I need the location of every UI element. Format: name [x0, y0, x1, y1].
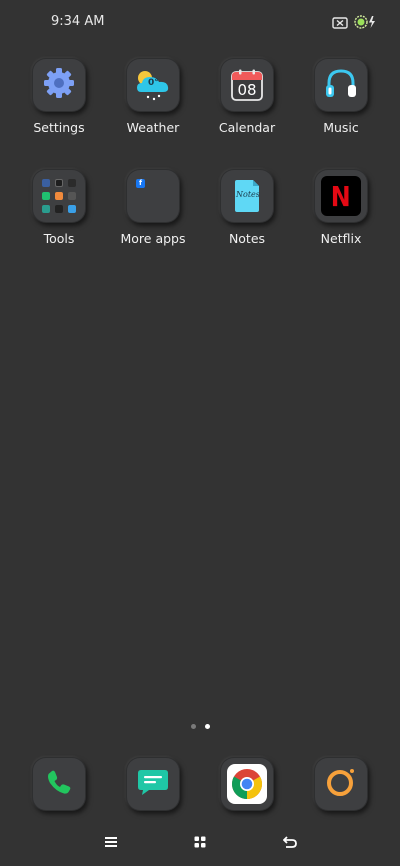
menu-button[interactable] — [99, 830, 123, 854]
app-more-apps-label: More apps — [120, 231, 186, 246]
app-music-tile[interactable] — [314, 58, 368, 112]
home-button[interactable] — [188, 830, 212, 854]
app-more-apps-tile[interactable]: f — [126, 169, 180, 223]
app-netflix[interactable]: N Netflix — [294, 169, 388, 246]
dock-chrome[interactable] — [200, 757, 294, 811]
phone-icon — [45, 768, 73, 800]
app-notes-label: Notes — [228, 231, 266, 246]
chrome-icon — [227, 764, 267, 804]
dock-phone[interactable] — [12, 757, 106, 811]
status-icons — [332, 14, 378, 33]
back-icon — [282, 833, 297, 852]
facebook-mini-icon: f — [136, 179, 145, 188]
app-tools-folder[interactable]: Tools — [12, 169, 106, 246]
app-netflix-tile[interactable]: N — [314, 169, 368, 223]
app-calendar[interactable]: 08 Calendar — [200, 58, 294, 135]
app-music-label: Music — [323, 120, 359, 135]
page-dot-2[interactable] — [204, 724, 210, 729]
gear-icon — [42, 66, 76, 104]
app-calendar-tile[interactable]: 08 — [220, 58, 274, 112]
dock-messages-tile[interactable] — [126, 757, 180, 811]
no-sim-icon — [332, 14, 348, 33]
page-dot-1[interactable] — [190, 724, 196, 729]
navigation-bar — [0, 830, 400, 854]
app-settings-label: Settings — [33, 120, 85, 135]
dock-phone-tile[interactable] — [32, 757, 86, 811]
app-settings[interactable]: Settings — [12, 58, 106, 135]
dock-camera-tile[interactable] — [314, 757, 368, 811]
notes-icon: Notes — [233, 179, 261, 213]
dock-camera[interactable] — [294, 757, 388, 811]
headphones-icon — [324, 67, 358, 103]
menu-icon — [104, 833, 118, 852]
app-calendar-label: Calendar — [218, 120, 276, 135]
folder-icon: f — [136, 179, 145, 188]
app-weather-label: Weather — [126, 120, 180, 135]
weather-cloud-icon: 0° — [133, 68, 173, 102]
back-button[interactable] — [278, 830, 302, 854]
app-tools-label: Tools — [43, 231, 75, 246]
app-weather-tile[interactable]: 0° — [126, 58, 180, 112]
app-notes-tile[interactable]: Notes — [220, 169, 274, 223]
battery-charging-icon — [354, 14, 378, 33]
page-indicator — [0, 724, 400, 729]
dock-chrome-tile[interactable] — [220, 757, 274, 811]
app-notes[interactable]: Notes Notes — [200, 169, 294, 246]
netflix-icon: N — [321, 176, 361, 216]
camera-icon — [324, 765, 358, 803]
dock-messages[interactable] — [106, 757, 200, 811]
app-netflix-label: Netflix — [320, 231, 362, 246]
app-settings-tile[interactable] — [32, 58, 86, 112]
status-time: 9:34 AM — [51, 14, 105, 29]
app-tools-tile[interactable] — [32, 169, 86, 223]
app-music[interactable]: Music — [294, 58, 388, 135]
message-icon — [137, 767, 169, 801]
home-grid-icon — [194, 833, 206, 852]
calendar-icon: 08 — [231, 69, 263, 101]
app-more-apps-folder[interactable]: f More apps — [106, 169, 200, 246]
calendar-date: 08 — [237, 81, 257, 99]
weather-temp: 0° — [148, 78, 159, 88]
netflix-letter: N — [331, 179, 351, 213]
app-weather[interactable]: 0° Weather — [106, 58, 200, 135]
folder-icon — [42, 179, 76, 213]
notes-icon-text: Notes — [236, 190, 260, 199]
status-bar: 9:34 AM — [0, 0, 400, 44]
